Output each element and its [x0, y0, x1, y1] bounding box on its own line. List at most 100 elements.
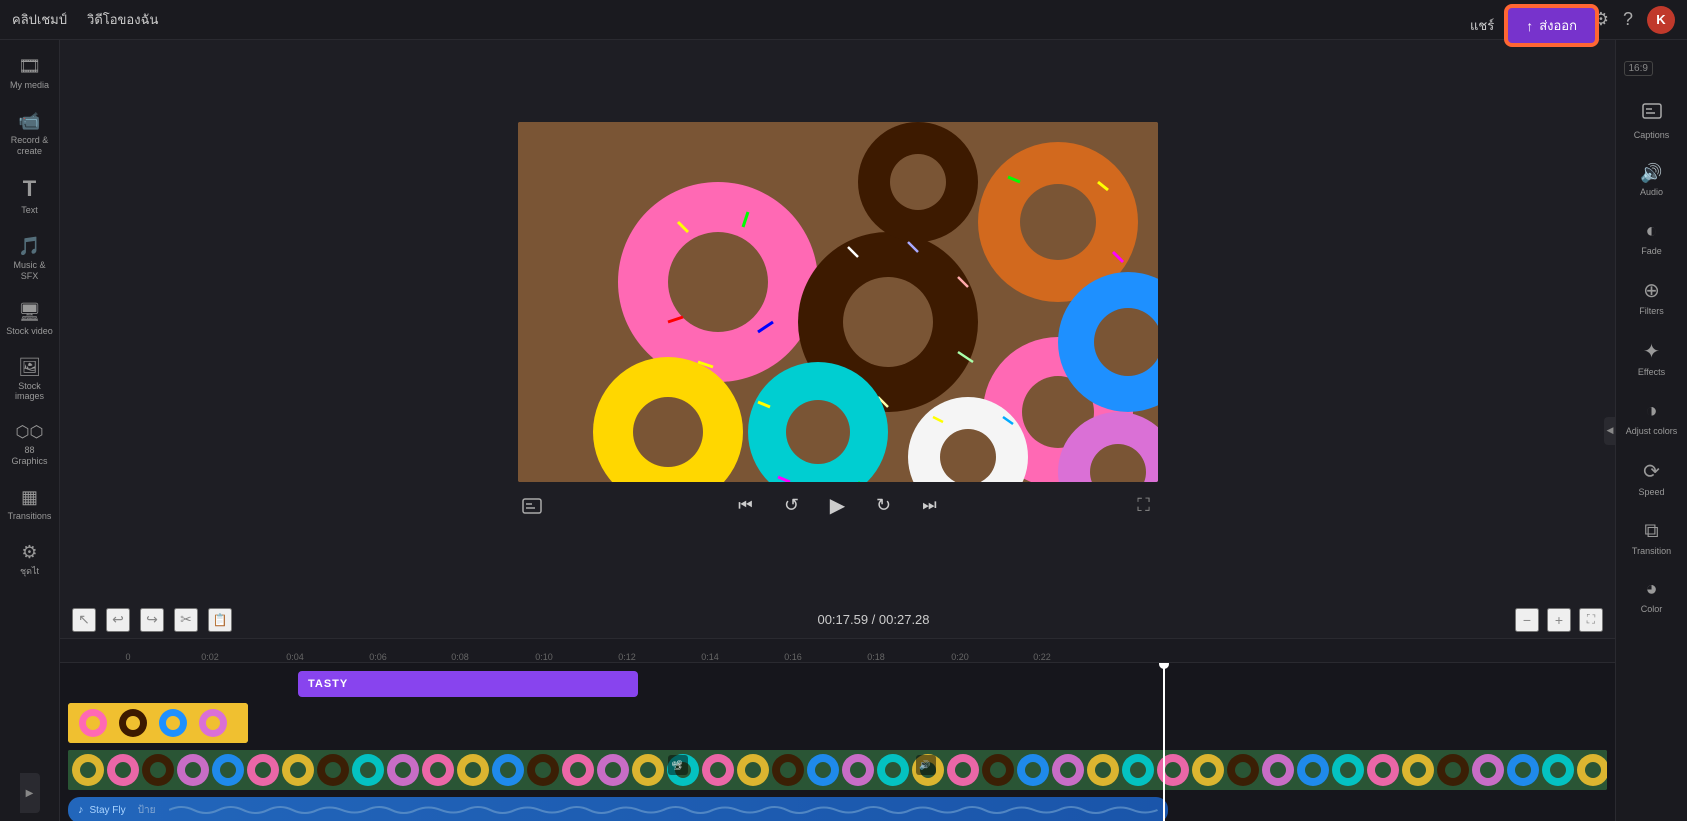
cut-button[interactable]: ✂ — [174, 608, 198, 632]
nav-my-videos[interactable]: วิดีโอของฉัน — [87, 9, 158, 30]
right-sidebar-item-transition[interactable]: ⧉ Transition — [1619, 510, 1685, 567]
export-button[interactable]: ↑ ส่งออก — [1506, 6, 1597, 45]
fullscreen-button[interactable]: ⛶ — [1130, 492, 1158, 520]
sidebar-item-stock-video-label: Stock video — [6, 326, 53, 337]
stock-video-icon: 🖥 — [18, 302, 41, 323]
svg-text:🔊: 🔊 — [919, 759, 930, 771]
captions-icon — [1641, 100, 1663, 127]
ruler-mark-010: 0:10 — [535, 652, 553, 662]
timeline-ruler: 0 0:02 0:04 0:06 0:08 0:10 0:12 0:14 0:1… — [60, 639, 1615, 663]
zoom-out-button[interactable]: − — [1515, 608, 1539, 632]
redo-button[interactable]: ↪ — [140, 608, 164, 632]
donut-graphic — [518, 122, 1158, 482]
adjust-colors-label: Adjust colors — [1626, 426, 1678, 437]
sidebar-item-text[interactable]: T Text — [2, 168, 58, 224]
sidebar-item-graphics-label: 88 Graphics — [6, 445, 54, 467]
forward-5s-button[interactable]: ↻ — [870, 492, 898, 520]
timeline-time-display: 00:17.59 / 00:27.28 — [242, 612, 1505, 627]
fade-icon: ◐ — [1645, 220, 1657, 243]
right-sidebar: 16:9 Captions 🔊 Audio ◐ Fade ⊕ Filters — [1615, 40, 1687, 821]
speed-icon: ⟳ — [1643, 459, 1660, 484]
audio-icon: 🔊 — [1640, 163, 1662, 184]
ruler-mark-022: 0:22 — [1033, 652, 1051, 662]
sidebar-item-record-create[interactable]: 📹 Record & create — [2, 103, 58, 165]
transition-label: Transition — [1632, 546, 1671, 557]
text-clip-tasty[interactable]: TASTY — [298, 671, 638, 697]
right-sidebar-item-fade[interactable]: ◐ Fade — [1619, 210, 1685, 267]
share-button[interactable]: แชร์ — [1470, 15, 1494, 36]
sidebar-item-music-sfx[interactable]: 🎵 Music & SFX — [2, 228, 58, 290]
audio-track: ♪ Stay Fly ป้าย — [60, 795, 1615, 821]
ruler-mark-002: 0:02 — [201, 652, 219, 662]
music-icon: 🎵 — [18, 236, 40, 257]
video-thumb-clip-1[interactable] — [68, 703, 248, 743]
sidebar-item-stock-images-label: Stock images — [6, 381, 54, 403]
undo-button[interactable]: ↩ — [106, 608, 130, 632]
export-arrow-icon: ↑ — [1526, 18, 1533, 34]
sidebar-item-stock-images[interactable]: 🖼 Stock images — [2, 349, 58, 411]
export-label: ส่งออก — [1539, 15, 1577, 36]
adjust-colors-icon: ◑ — [1645, 400, 1657, 423]
sidebar-expand-button[interactable]: ▶ — [20, 773, 40, 813]
ruler-mark-008: 0:08 — [451, 652, 469, 662]
ruler-mark-018: 0:18 — [867, 652, 885, 662]
topbar-left: คลิปเชมป์ วิดีโอของฉัน — [12, 9, 158, 30]
sidebar-item-transitions-label: Transitions — [8, 511, 52, 522]
player-controls: ⏮ ↺ ▶ ↻ ⏭ ⛶ — [518, 492, 1158, 520]
filters-icon: ⊕ — [1643, 278, 1660, 303]
go-to-end-button[interactable]: ⏭ — [916, 492, 944, 520]
record-create-icon: 📹 — [18, 111, 40, 132]
right-sidebar-item-filters[interactable]: ⊕ Filters — [1619, 268, 1685, 327]
audio-track-label: Stay Fly — [90, 805, 126, 816]
color-icon: ◕ — [1645, 578, 1657, 601]
video-preview — [518, 122, 1158, 482]
timeline-toolbar: ↖ ↩ ↪ ✂ 📋 00:17.59 / 00:27.28 − + ⛶ — [60, 601, 1615, 639]
help-icon[interactable]: ? — [1623, 9, 1633, 30]
fade-label: Fade — [1641, 246, 1662, 257]
donut-svg — [518, 122, 1158, 482]
right-panel-collapse-button[interactable]: ◀ — [1604, 417, 1616, 445]
right-sidebar-item-speed[interactable]: ⟳ Speed — [1619, 449, 1685, 508]
music-note-icon: ♪ — [78, 804, 84, 816]
sidebar-item-tools[interactable]: ⚙ ชุดไt — [2, 534, 58, 585]
captions-label: Captions — [1634, 130, 1670, 141]
center-area: ⏮ ↺ ▶ ↻ ⏭ ⛶ ↖ ↩ ↪ ✂ 📋 00:17.59 / 00:27.2… — [60, 40, 1615, 821]
sidebar-item-transitions[interactable]: ▦ Transitions — [2, 479, 58, 530]
zoom-in-button[interactable]: + — [1547, 608, 1571, 632]
sidebar-item-music-label: Music & SFX — [6, 260, 54, 282]
video-preview-area: ⏮ ↺ ▶ ↻ ⏭ ⛶ — [60, 40, 1615, 601]
fit-timeline-button[interactable]: ⛶ — [1579, 608, 1603, 632]
sidebar-item-my-media[interactable]: 🎞 My media — [2, 48, 58, 99]
topbar: คลิปเชมป์ วิดีโอของฉัน แชร์ ↑ ส่งออก ⛓ ⚑… — [0, 0, 1687, 40]
play-pause-button[interactable]: ▶ — [824, 492, 852, 520]
right-sidebar-item-effects[interactable]: ✦ Effects — [1619, 329, 1685, 388]
sidebar-item-tools-label: ชุดไt — [20, 566, 39, 577]
timeline-area: ↖ ↩ ↪ ✂ 📋 00:17.59 / 00:27.28 − + ⛶ 0 0:… — [60, 601, 1615, 821]
rewind-5s-button[interactable]: ↺ — [778, 492, 806, 520]
right-sidebar-item-adjust-colors[interactable]: ◑ Adjust colors — [1619, 390, 1685, 447]
right-sidebar-item-audio[interactable]: 🔊 Audio — [1619, 153, 1685, 208]
ruler-mark-0: 0 — [125, 652, 130, 662]
ruler-mark-020: 0:20 — [951, 652, 969, 662]
right-sidebar-item-captions[interactable]: Captions — [1619, 90, 1685, 151]
split-button[interactable]: 📋 — [208, 608, 232, 632]
audio-clip-stay-fly[interactable]: ♪ Stay Fly ป้าย — [68, 797, 1168, 821]
user-avatar[interactable]: K — [1647, 6, 1675, 34]
pointer-tool-button[interactable]: ↖ — [72, 608, 96, 632]
ruler-mark-006: 0:06 — [369, 652, 387, 662]
sidebar-item-graphics[interactable]: ⬡⬡ 88 Graphics — [2, 414, 58, 475]
timeline-zoom-controls: − + ⛶ — [1515, 608, 1603, 632]
right-sidebar-item-color[interactable]: ◕ Color — [1619, 568, 1685, 625]
playhead — [1163, 663, 1165, 821]
transitions-icon: ▦ — [21, 487, 38, 508]
captions-toggle-button[interactable] — [518, 492, 546, 520]
color-label: Color — [1641, 604, 1663, 615]
go-to-start-button[interactable]: ⏮ — [732, 492, 760, 520]
left-sidebar: 🎞 My media 📹 Record & create T Text 🎵 Mu… — [0, 40, 60, 821]
main-layout: 🎞 My media 📹 Record & create T Text 🎵 Mu… — [0, 40, 1687, 821]
my-media-icon: 🎞 — [18, 56, 41, 77]
main-track-segment[interactable]: 📽 🔊 — [68, 750, 1607, 790]
sidebar-item-stock-video[interactable]: 🖥 Stock video — [2, 294, 58, 345]
audio-track-sub: ป้าย — [138, 803, 156, 818]
timeline-tracks: TASTY — [60, 663, 1615, 821]
